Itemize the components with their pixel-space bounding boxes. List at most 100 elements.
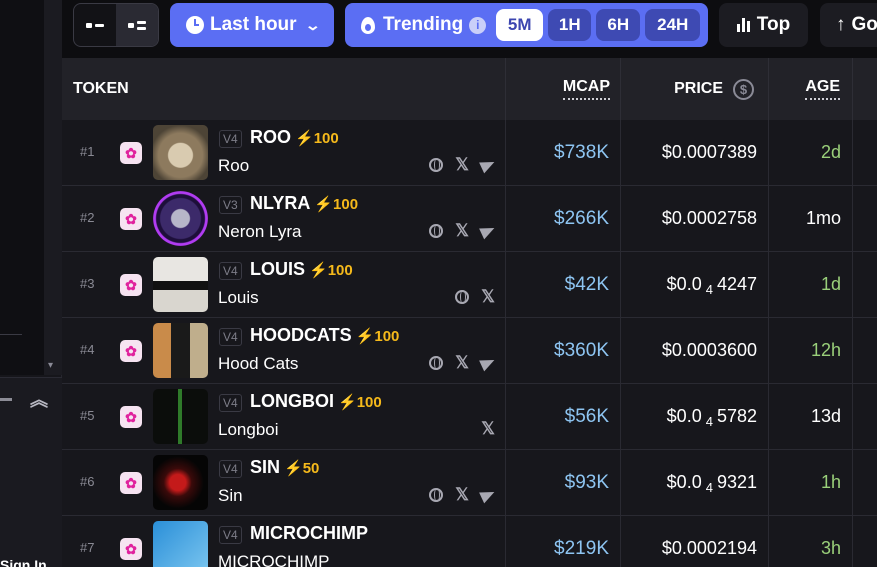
header-age[interactable]: AGE bbox=[769, 58, 853, 120]
version-badge: V4 bbox=[219, 460, 242, 478]
token-symbol: LONGBOI ⚡100 bbox=[250, 391, 382, 412]
price-cell: $0.0 4 9321 bbox=[621, 450, 769, 515]
table-row[interactable]: #5 ✿ V4 LONGBOI ⚡100 Longboi 𝕏 $56K $0.0 4… bbox=[62, 384, 877, 450]
website-icon[interactable] bbox=[429, 158, 444, 172]
uniswap-icon: ✿ bbox=[120, 142, 142, 164]
mcap-cell: $738K bbox=[506, 120, 621, 185]
minimize-icon[interactable] bbox=[0, 398, 12, 401]
boost-badge: ⚡100 bbox=[295, 130, 339, 147]
rank: #6 bbox=[80, 474, 95, 489]
header-token[interactable]: TOKEN bbox=[62, 58, 506, 120]
boost-value: 100 bbox=[333, 196, 359, 213]
symbol-text: LONGBOI bbox=[250, 391, 334, 411]
social-links: 𝕏 bbox=[429, 486, 497, 504]
currency-toggle-icon[interactable]: $ bbox=[733, 78, 754, 100]
telegram-icon[interactable] bbox=[479, 222, 497, 240]
price-cell: $0.0007389 bbox=[621, 120, 769, 185]
timeframe-24h-button[interactable]: 24H bbox=[645, 9, 701, 41]
rank: #1 bbox=[80, 144, 95, 159]
x-icon[interactable]: 𝕏 bbox=[481, 420, 495, 437]
top-button[interactable]: Top bbox=[719, 3, 808, 47]
app-root: ▾ ︽ Sign In Last hour ⌄ Trending i 5M 1H… bbox=[0, 0, 877, 567]
token-table: TOKEN MCAP PRICE $ AGE #1 ✿ V4 ROO ⚡100 R… bbox=[62, 58, 877, 567]
boost-value: 100 bbox=[356, 394, 382, 411]
rank: #7 bbox=[80, 540, 95, 555]
token-thumbnail bbox=[153, 455, 208, 510]
mcap-cell: $219K bbox=[506, 516, 621, 567]
scrollbar[interactable] bbox=[44, 0, 62, 375]
table-row[interactable]: #7 ✿ V4 MICROCHIMP MICROCHIMP $219K $0.0… bbox=[62, 516, 877, 567]
token-cell: #7 ✿ V4 MICROCHIMP MICROCHIMP bbox=[62, 516, 506, 567]
table-row[interactable]: #4 ✿ V4 HOODCATS ⚡100 Hood Cats 𝕏 $360K $… bbox=[62, 318, 877, 384]
collapse-up-icon[interactable]: ︽ bbox=[30, 390, 48, 410]
more-cell bbox=[853, 318, 877, 383]
info-icon[interactable]: i bbox=[469, 16, 487, 34]
compact-view-button[interactable] bbox=[74, 4, 116, 46]
list-view-button[interactable] bbox=[116, 4, 158, 46]
symbol-text: HOODCATS bbox=[250, 325, 352, 345]
gainers-button[interactable]: ↑ Go bbox=[820, 3, 877, 47]
header-mcap[interactable]: MCAP bbox=[506, 58, 621, 120]
price-cell: $0.0002194 bbox=[621, 516, 769, 567]
x-icon[interactable]: 𝕏 bbox=[455, 486, 469, 503]
timeframe-6h-button[interactable]: 6H bbox=[596, 9, 641, 41]
x-icon[interactable]: 𝕏 bbox=[455, 156, 469, 173]
timeframe-1h-button[interactable]: 1H bbox=[548, 9, 592, 41]
price-prefix: $0.0 bbox=[666, 472, 702, 492]
mcap-cell: $42K bbox=[506, 252, 621, 317]
token-symbol: NLYRA ⚡100 bbox=[250, 193, 358, 214]
boost-badge: ⚡100 bbox=[314, 196, 359, 213]
token-symbol: SIN ⚡50 bbox=[250, 457, 319, 478]
age-cell: 13d bbox=[769, 384, 853, 449]
x-icon[interactable]: 𝕏 bbox=[455, 222, 469, 239]
price-zero-count: 4 bbox=[705, 282, 713, 297]
header-price-label: PRICE bbox=[674, 80, 723, 97]
uniswap-icon: ✿ bbox=[120, 340, 142, 362]
more-cell bbox=[853, 186, 877, 251]
token-thumbnail bbox=[153, 389, 208, 444]
timeframe-5m-button[interactable]: 5M bbox=[496, 9, 544, 41]
header-mcap-label: MCAP bbox=[562, 78, 610, 100]
telegram-icon[interactable] bbox=[479, 156, 497, 174]
table-row[interactable]: #3 ✿ V4 LOUIS ⚡100 Louis 𝕏 $42K $0.0 4 4247… bbox=[62, 252, 877, 318]
age-cell: 3h bbox=[769, 516, 853, 567]
token-thumbnail bbox=[153, 521, 208, 567]
toolbar: Last hour ⌄ Trending i 5M 1H 6H 24H Top … bbox=[62, 0, 877, 58]
time-range-dropdown[interactable]: Last hour ⌄ bbox=[170, 3, 334, 47]
list-view-icon bbox=[128, 20, 146, 30]
symbol-text: LOUIS bbox=[250, 259, 306, 279]
uniswap-icon: ✿ bbox=[120, 538, 142, 560]
table-row[interactable]: #6 ✿ V4 SIN ⚡50 Sin 𝕏 $93K $0.0 4 9321 1h bbox=[62, 450, 877, 516]
price-digits: 4247 bbox=[716, 274, 757, 294]
gainers-label: Go bbox=[851, 14, 877, 35]
version-badge: V4 bbox=[219, 526, 242, 544]
x-icon[interactable]: 𝕏 bbox=[481, 288, 495, 305]
age-cell: 2d bbox=[769, 120, 853, 185]
website-icon[interactable] bbox=[429, 488, 444, 502]
token-cell: #6 ✿ V4 SIN ⚡50 Sin 𝕏 bbox=[62, 450, 506, 515]
header-price[interactable]: PRICE $ bbox=[621, 58, 769, 120]
social-links: 𝕏 bbox=[429, 354, 497, 372]
uniswap-icon: ✿ bbox=[120, 274, 142, 296]
x-icon[interactable]: 𝕏 bbox=[455, 354, 469, 371]
website-icon[interactable] bbox=[429, 356, 444, 370]
table-row[interactable]: #2 ✿ V3 NLYRA ⚡100 Neron Lyra 𝕏 $266K $0.… bbox=[62, 186, 877, 252]
scroll-down-icon[interactable]: ▾ bbox=[48, 360, 53, 371]
website-icon[interactable] bbox=[429, 224, 444, 238]
token-thumbnail bbox=[153, 323, 208, 378]
mcap-cell: $56K bbox=[506, 384, 621, 449]
age-cell: 1mo bbox=[769, 186, 853, 251]
more-cell bbox=[853, 252, 877, 317]
telegram-icon[interactable] bbox=[479, 486, 497, 504]
uniswap-icon: ✿ bbox=[120, 406, 142, 428]
telegram-icon[interactable] bbox=[479, 354, 497, 372]
left-panel: ▾ ︽ Sign In bbox=[0, 0, 62, 567]
more-cell bbox=[853, 516, 877, 567]
boost-value: 50 bbox=[302, 460, 320, 477]
price-zero-count: 4 bbox=[705, 480, 713, 495]
website-icon[interactable] bbox=[455, 290, 470, 304]
signin-link[interactable]: Sign In bbox=[0, 557, 47, 567]
table-row[interactable]: #1 ✿ V4 ROO ⚡100 Roo 𝕏 $738K $0.0007389 2… bbox=[62, 120, 877, 186]
price-prefix: $0.0 bbox=[666, 274, 702, 294]
price-digits: 5782 bbox=[716, 406, 757, 426]
